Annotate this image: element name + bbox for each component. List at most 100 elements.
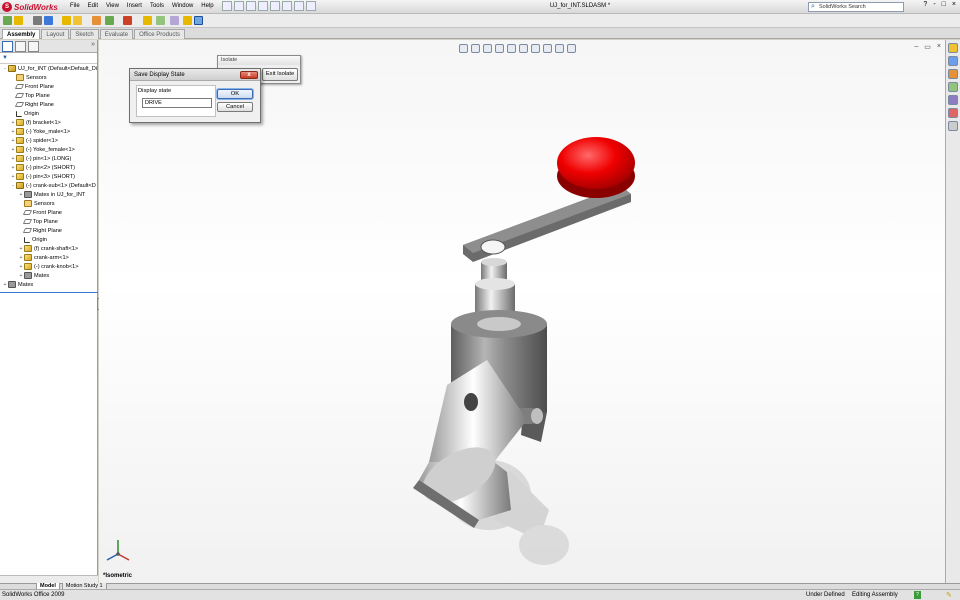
tree-item[interactable]: Right Plane bbox=[0, 226, 97, 235]
custom-properties-icon[interactable] bbox=[948, 121, 958, 131]
zoom-to-fit-icon[interactable] bbox=[459, 44, 468, 53]
tab-layout[interactable]: Layout bbox=[41, 29, 70, 39]
print-icon[interactable] bbox=[258, 1, 268, 11]
reference-geometry-icon[interactable] bbox=[123, 16, 132, 25]
open-folder-icon[interactable] bbox=[234, 1, 244, 11]
rebuild-status-icon[interactable]: ✎ bbox=[946, 591, 952, 599]
previous-view-icon[interactable] bbox=[483, 44, 492, 53]
new-document-icon[interactable] bbox=[222, 1, 232, 11]
maximize-button[interactable]: □ bbox=[942, 1, 946, 8]
menu-file[interactable]: File bbox=[66, 2, 84, 10]
cancel-button[interactable]: Cancel bbox=[217, 102, 253, 112]
instant3d-icon[interactable] bbox=[194, 16, 203, 25]
move-component-icon[interactable] bbox=[73, 16, 82, 25]
configuration-manager-tab-icon[interactable] bbox=[28, 40, 39, 52]
menu-view[interactable]: View bbox=[102, 2, 123, 10]
edit-appearance-icon[interactable] bbox=[543, 44, 552, 53]
options-icon[interactable] bbox=[306, 1, 316, 11]
view-palette-icon[interactable] bbox=[948, 95, 958, 105]
menu-window[interactable]: Window bbox=[168, 2, 197, 10]
tree-item[interactable]: Sensors bbox=[0, 73, 97, 82]
property-manager-tab-icon[interactable] bbox=[15, 40, 26, 52]
doc-close-button[interactable]: × bbox=[937, 43, 941, 51]
select-icon[interactable] bbox=[282, 1, 292, 11]
menu-help[interactable]: Help bbox=[197, 2, 217, 10]
tree-item[interactable]: + Mates bbox=[0, 280, 97, 289]
tab-office-products[interactable]: Office Products bbox=[134, 29, 185, 39]
show-hidden-icon[interactable] bbox=[92, 16, 101, 25]
tree-item[interactable]: + (f) bracket<1> bbox=[0, 118, 97, 127]
dialog-close-button[interactable]: x bbox=[240, 71, 258, 79]
tree-item[interactable]: + (-) Yoke_male<1> bbox=[0, 127, 97, 136]
chevron-right-icon[interactable]: » bbox=[91, 41, 95, 48]
tree-item[interactable]: + (-) spider<1> bbox=[0, 136, 97, 145]
section-view-icon[interactable] bbox=[495, 44, 504, 53]
assembly-model[interactable] bbox=[399, 90, 659, 570]
smart-fasteners-icon[interactable] bbox=[62, 16, 71, 25]
tree-item[interactable]: Front Plane bbox=[0, 82, 97, 91]
exploded-view-icon[interactable] bbox=[170, 16, 179, 25]
close-button[interactable]: × bbox=[952, 1, 956, 8]
new-motion-study-icon[interactable] bbox=[143, 16, 152, 25]
horizontal-scrollbar[interactable] bbox=[0, 575, 98, 583]
tree-item[interactable]: Origin bbox=[0, 235, 97, 244]
tab-assembly[interactable]: Assembly bbox=[2, 29, 41, 39]
ok-button[interactable]: OK bbox=[217, 89, 253, 99]
mate-icon[interactable] bbox=[33, 16, 42, 25]
tree-item[interactable]: Front Plane bbox=[0, 208, 97, 217]
panel-splitter[interactable] bbox=[0, 292, 98, 293]
tree-item[interactable]: + (-) pin<2> (SHORT) bbox=[0, 163, 97, 172]
minimize-button[interactable]: - bbox=[933, 1, 935, 8]
resources-icon[interactable] bbox=[948, 43, 958, 53]
file-explorer-icon[interactable] bbox=[948, 69, 958, 79]
rebuild-icon[interactable] bbox=[294, 1, 304, 11]
solidworks-logo[interactable]: S SolidWorks bbox=[2, 1, 58, 13]
tree-item[interactable]: Right Plane bbox=[0, 100, 97, 109]
tree-item[interactable]: + (f) crank-shaft<1> bbox=[0, 244, 97, 253]
apply-scene-icon[interactable] bbox=[555, 44, 564, 53]
tree-item[interactable]: Origin bbox=[0, 109, 97, 118]
tree-item[interactable]: - UJ_for_INT (Default<Default_Di bbox=[0, 64, 97, 73]
tree-filter-row[interactable]: ▼ bbox=[0, 53, 97, 64]
search-box[interactable]: ⌕ SolidWorks Search bbox=[808, 2, 904, 12]
tree-item[interactable]: + Mates in UJ_for_INT bbox=[0, 190, 97, 199]
appearances-icon[interactable] bbox=[948, 108, 958, 118]
assembly-features-icon[interactable] bbox=[105, 16, 114, 25]
view-settings-icon[interactable] bbox=[567, 44, 576, 53]
menu-edit[interactable]: Edit bbox=[84, 2, 102, 10]
linear-pattern-icon[interactable] bbox=[44, 16, 53, 25]
edit-component-icon[interactable] bbox=[3, 16, 12, 25]
doc-restore-button[interactable]: ▭ bbox=[924, 43, 931, 51]
tree-item[interactable]: + (-) pin<1> (LONG) bbox=[0, 154, 97, 163]
tree-item[interactable]: + (-) Yoke_female<1> bbox=[0, 145, 97, 154]
menu-insert[interactable]: Insert bbox=[123, 2, 146, 10]
hide-show-items-icon[interactable] bbox=[531, 44, 540, 53]
help-button[interactable]: ? bbox=[923, 1, 927, 8]
tree-item[interactable]: Top Plane bbox=[0, 91, 97, 100]
crank-knob[interactable] bbox=[557, 137, 635, 189]
display-state-input[interactable] bbox=[142, 98, 212, 108]
tab-sketch[interactable]: Sketch bbox=[70, 29, 99, 39]
tree-item[interactable]: Sensors bbox=[0, 199, 97, 208]
tree-item[interactable]: Top Plane bbox=[0, 217, 97, 226]
menu-tools[interactable]: Tools bbox=[146, 2, 168, 10]
exit-isolate-button[interactable]: Exit Isolate bbox=[262, 68, 298, 81]
display-style-icon[interactable] bbox=[519, 44, 528, 53]
bill-of-materials-icon[interactable] bbox=[156, 16, 165, 25]
insert-components-icon[interactable] bbox=[14, 16, 23, 25]
tree-item[interactable]: + (-) crank-knob<1> bbox=[0, 262, 97, 271]
zoom-to-area-icon[interactable] bbox=[471, 44, 480, 53]
view-orientation-icon[interactable] bbox=[507, 44, 516, 53]
tree-item[interactable]: + Mates bbox=[0, 271, 97, 280]
search-results-icon[interactable] bbox=[948, 82, 958, 92]
tree-item[interactable]: + (-) pin<3> (SHORT) bbox=[0, 172, 97, 181]
interference-detection-icon[interactable] bbox=[183, 16, 192, 25]
undo-icon[interactable] bbox=[270, 1, 280, 11]
tree-item[interactable]: + crank-arm<1> bbox=[0, 253, 97, 262]
tab-evaluate[interactable]: Evaluate bbox=[99, 29, 134, 39]
doc-minimize-button[interactable]: – bbox=[914, 43, 918, 51]
design-library-icon[interactable] bbox=[948, 56, 958, 66]
feature-manager-tab-icon[interactable] bbox=[2, 40, 13, 52]
help-icon[interactable]: ? bbox=[914, 591, 921, 599]
tree-item[interactable]: - (-) crank-sub<1> (Default<D bbox=[0, 181, 97, 190]
